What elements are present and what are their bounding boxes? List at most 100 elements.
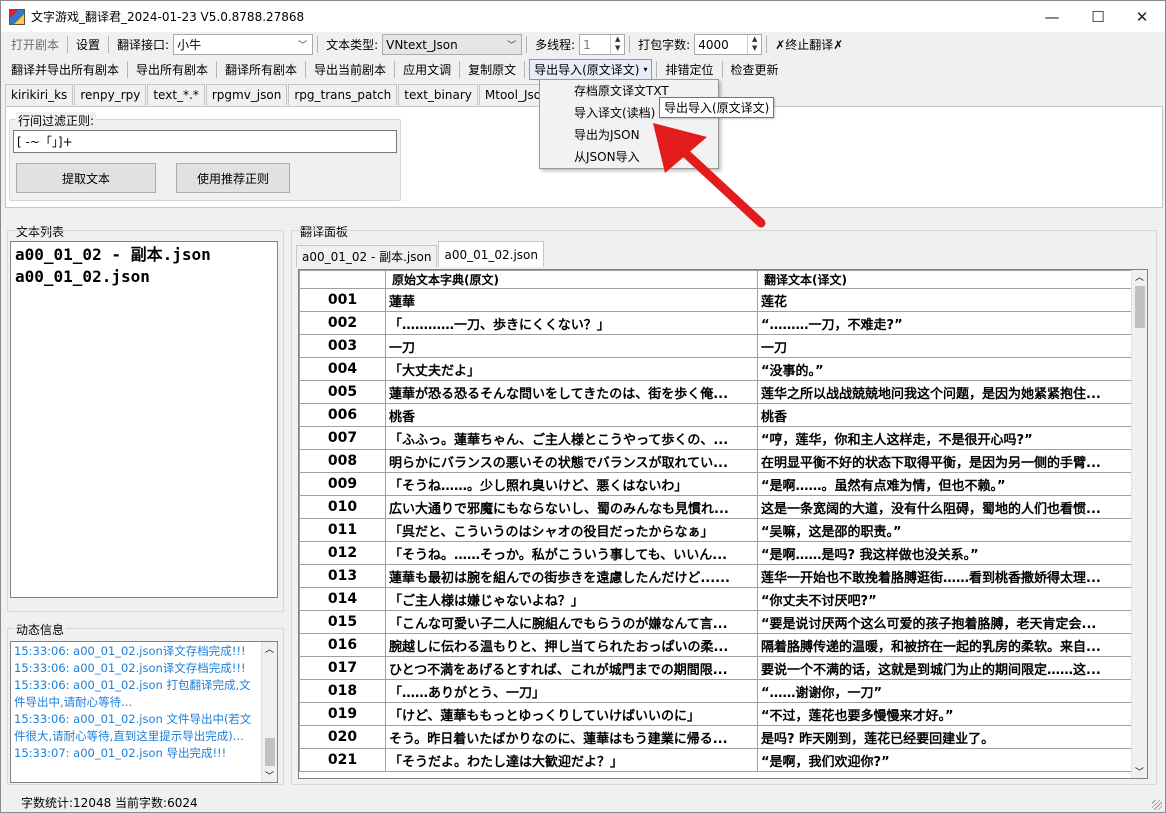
row-number[interactable]: 003 xyxy=(299,334,386,358)
tab-renpy[interactable]: renpy_rpy xyxy=(74,84,147,105)
translation-cell[interactable]: “是啊，我们欢迎你?” xyxy=(757,748,1134,772)
translate-all-button[interactable]: 翻译所有剧本 xyxy=(221,61,301,78)
table-row[interactable]: 021 「そうだよ。わたし達は大歓迎だよ？」 “是啊，我们欢迎你?” xyxy=(299,748,1134,772)
translation-cell[interactable]: “要是说讨厌两个这么可爱的孩子抱着胳膊，老天肯定会... xyxy=(757,610,1134,634)
export-all-button[interactable]: 导出所有剧本 xyxy=(132,61,212,78)
extract-text-button[interactable]: 提取文本 xyxy=(16,163,156,193)
file-item[interactable]: a00_01_02 - 副本.json xyxy=(11,244,277,266)
original-cell[interactable]: 「ふふっ。蓮華ちゃん、ご主人様とこうやって歩くの、... xyxy=(385,426,758,450)
table-row[interactable]: 016 腕越しに伝わる温もりと、押し当てられたおっぱいの柔... 隔着胳膊传递的温暖… xyxy=(299,633,1134,657)
row-number[interactable]: 002 xyxy=(299,311,386,335)
export-current-button[interactable]: 导出当前剧本 xyxy=(310,61,390,78)
table-row[interactable]: 010 広い大通りで邪魔にもならないし、蜀のみんなも見慣れ... 这是一条宽阔的大道… xyxy=(299,495,1134,519)
original-cell[interactable]: 蓮華が恐る恐るそんな問いをしてきたのは、街を歩く俺... xyxy=(385,380,758,404)
row-number[interactable]: 008 xyxy=(299,449,386,473)
table-row[interactable]: 001 蓮華 莲花 xyxy=(299,288,1134,312)
table-row[interactable]: 012 「そうね。……そっか。私がこういう事しても、いいん... “是啊……是吗? … xyxy=(299,541,1134,565)
table-row[interactable]: 003 一刀 一刀 xyxy=(299,334,1134,358)
table-row[interactable]: 008 明らかにバランスの悪いその状態でバランスが取れてい... 在明显平衡不好的状… xyxy=(299,449,1134,473)
table-row[interactable]: 005 蓮華が恐る恐るそんな問いをしてきたのは、街を歩く俺... 莲华之所以战战兢兢… xyxy=(299,380,1134,404)
table-row[interactable]: 002 「…………一刀、歩きにくくない？」 “………一刀，不难走?” xyxy=(299,311,1134,335)
row-number[interactable]: 001 xyxy=(299,288,386,312)
row-number[interactable]: 021 xyxy=(299,748,386,772)
check-update-button[interactable]: 检查更新 xyxy=(727,61,783,78)
translation-cell[interactable]: 是吗? 昨天刚到，莲花已经要回建业了。 xyxy=(757,725,1134,749)
tab-rpg-trans-patch[interactable]: rpg_trans_patch xyxy=(288,84,398,105)
row-number[interactable]: 018 xyxy=(299,679,386,703)
translation-cell[interactable]: “哼，莲华，你和主人这样走，不是很开心吗?” xyxy=(757,426,1134,450)
original-cell[interactable]: 「そうね……。少し照れ臭いけど、悪くはないわ」 xyxy=(385,472,758,496)
scroll-up-icon[interactable]: ︿ xyxy=(1135,270,1144,283)
row-number[interactable]: 009 xyxy=(299,472,386,496)
table-row[interactable]: 013 蓮華も最初は腕を組んでの街歩きを遠慮したんだけど...... 莲华一开始也不… xyxy=(299,564,1134,588)
translation-cell[interactable]: “是啊……是吗? 我这样做也没关系。” xyxy=(757,541,1134,565)
tab-text[interactable]: text_*.* xyxy=(147,84,205,105)
stepper-arrows-icon[interactable]: ▲ ▼ xyxy=(610,35,624,54)
export-import-menu-button[interactable]: 导出导入(原文译文) ▾ xyxy=(529,59,653,80)
translation-cell[interactable]: 在明显平衡不好的状态下取得平衡，是因为另一侧的手臂... xyxy=(757,449,1134,473)
table-row[interactable]: 011 「呉だと、こういうのはシャオの役目だったからなぁ」 “吴嘛，这是邵的职责。” xyxy=(299,518,1134,542)
pack-size-stepper[interactable]: 4000 ▲ ▼ xyxy=(694,34,763,55)
translation-cell[interactable]: 莲花 xyxy=(757,288,1134,312)
table-row[interactable]: 004 「大丈夫だよ」 “没事的。” xyxy=(299,357,1134,381)
original-cell[interactable]: 一刀 xyxy=(385,334,758,358)
threads-stepper[interactable]: 1 ▲ ▼ xyxy=(579,34,626,55)
table-row[interactable]: 020 そう。昨日着いたばかりなのに、蓮華はもう建業に帰る... 是吗? 昨天刚到，… xyxy=(299,725,1134,749)
translation-cell[interactable]: “不过，莲花也要多慢慢来才好。” xyxy=(757,702,1134,726)
original-cell[interactable]: 桃香 xyxy=(385,403,758,427)
original-cell[interactable]: 「けど、蓮華ももっとゆっくりしていけばいいのに」 xyxy=(385,702,758,726)
tab-kirikiri[interactable]: kirikiri_ks xyxy=(5,84,74,105)
row-number[interactable]: 006 xyxy=(299,403,386,427)
row-number[interactable]: 014 xyxy=(299,587,386,611)
file-item[interactable]: a00_01_02.json xyxy=(11,266,277,288)
settings-button[interactable]: 设置 xyxy=(72,36,104,53)
translation-cell[interactable]: 莲华一开始也不敢挽着胳膊逛街……看到桃香撒娇得太理... xyxy=(757,564,1134,588)
translation-column-header[interactable]: 翻译文本(译文) xyxy=(757,270,1134,289)
tab-text-binary[interactable]: text_binary xyxy=(398,84,478,105)
original-cell[interactable]: 「大丈夫だよ」 xyxy=(385,357,758,381)
scroll-thumb[interactable] xyxy=(1135,286,1145,328)
apply-style-button[interactable]: 应用文调 xyxy=(399,61,455,78)
api-select[interactable]: 小牛 ﹀ xyxy=(173,34,314,55)
grid-scrollbar[interactable]: ︿ ﹀ xyxy=(1131,270,1147,778)
text-type-select[interactable]: VNtext_Json ﹀ xyxy=(382,34,523,55)
translation-cell[interactable]: 隔着胳膊传递的温暖，和被挤在一起的乳房的柔软。来自... xyxy=(757,633,1134,657)
translation-cell[interactable]: 莲华之所以战战兢兢地问我这个问题，是因为她紧紧抱住... xyxy=(757,380,1134,404)
close-button[interactable]: ✕ xyxy=(1119,1,1165,32)
scroll-down-icon[interactable]: ﹀ xyxy=(265,769,274,782)
tab-file[interactable]: a00_01_02.json xyxy=(438,241,544,267)
stepper-arrows-icon[interactable]: ▲ ▼ xyxy=(747,35,761,54)
resize-grip-icon[interactable] xyxy=(1152,800,1162,810)
original-cell[interactable]: 蓮華 xyxy=(385,288,758,312)
row-number[interactable]: 011 xyxy=(299,518,386,542)
scroll-thumb[interactable] xyxy=(265,738,275,766)
original-cell[interactable]: 「呉だと、こういうのはシャオの役目だったからなぁ」 xyxy=(385,518,758,542)
original-cell[interactable]: 「そうだよ。わたし達は大歓迎だよ？」 xyxy=(385,748,758,772)
table-row[interactable]: 009 「そうね……。少し照れ臭いけど、悪くはないわ」 “是啊……。虽然有点难为情，… xyxy=(299,472,1134,496)
row-number[interactable]: 004 xyxy=(299,357,386,381)
original-cell[interactable]: 明らかにバランスの悪いその状態でバランスが取れてい... xyxy=(385,449,758,473)
row-number[interactable]: 005 xyxy=(299,380,386,404)
row-number[interactable]: 019 xyxy=(299,702,386,726)
original-cell[interactable]: そう。昨日着いたばかりなのに、蓮華はもう建業に帰る... xyxy=(385,725,758,749)
recommend-regex-button[interactable]: 使用推荐正则 xyxy=(176,163,290,193)
table-row[interactable]: 006 桃香 桃香 xyxy=(299,403,1134,427)
copy-original-button[interactable]: 复制原文 xyxy=(464,61,520,78)
translate-export-all-button[interactable]: 翻译并导出所有剧本 xyxy=(7,61,123,78)
original-cell[interactable]: 腕越しに伝わる温もりと、押し当てられたおっぱいの柔... xyxy=(385,633,758,657)
original-column-header[interactable]: 原始文本字典(原文) xyxy=(385,270,758,289)
original-cell[interactable]: 「こんな可愛い子二人に腕組んでもらうのが嫌なんて言... xyxy=(385,610,758,634)
original-cell[interactable]: 広い大通りで邪魔にもならないし、蜀のみんなも見慣れ... xyxy=(385,495,758,519)
original-cell[interactable]: 「……ありがとう、一刀」 xyxy=(385,679,758,703)
translation-cell[interactable]: “你丈夫不讨厌吧?” xyxy=(757,587,1134,611)
tab-rpgmv[interactable]: rpgmv_json xyxy=(205,84,288,105)
table-row[interactable]: 007 「ふふっ。蓮華ちゃん、ご主人様とこうやって歩くの、... “哼，莲华，你和主… xyxy=(299,426,1134,450)
stop-translation-button[interactable]: ✗终止翻译✗ xyxy=(771,36,847,53)
original-cell[interactable]: ひとつ不満をあげるとすれば、これが城門までの期間限... xyxy=(385,656,758,680)
translation-cell[interactable]: 要说一个不满的话，这就是到城门为止的期间限定……这... xyxy=(757,656,1134,680)
log-scrollbar[interactable]: ︿ ﹀ xyxy=(261,642,277,782)
table-row[interactable]: 017 ひとつ不満をあげるとすれば、これが城門までの期間限... 要说一个不满的话，… xyxy=(299,656,1134,680)
original-cell[interactable]: 「…………一刀、歩きにくくない？」 xyxy=(385,311,758,335)
log-box[interactable]: 15:33:06: a00_01_02.json译文存档完成!!! 15:33:… xyxy=(10,641,278,783)
row-number[interactable]: 020 xyxy=(299,725,386,749)
